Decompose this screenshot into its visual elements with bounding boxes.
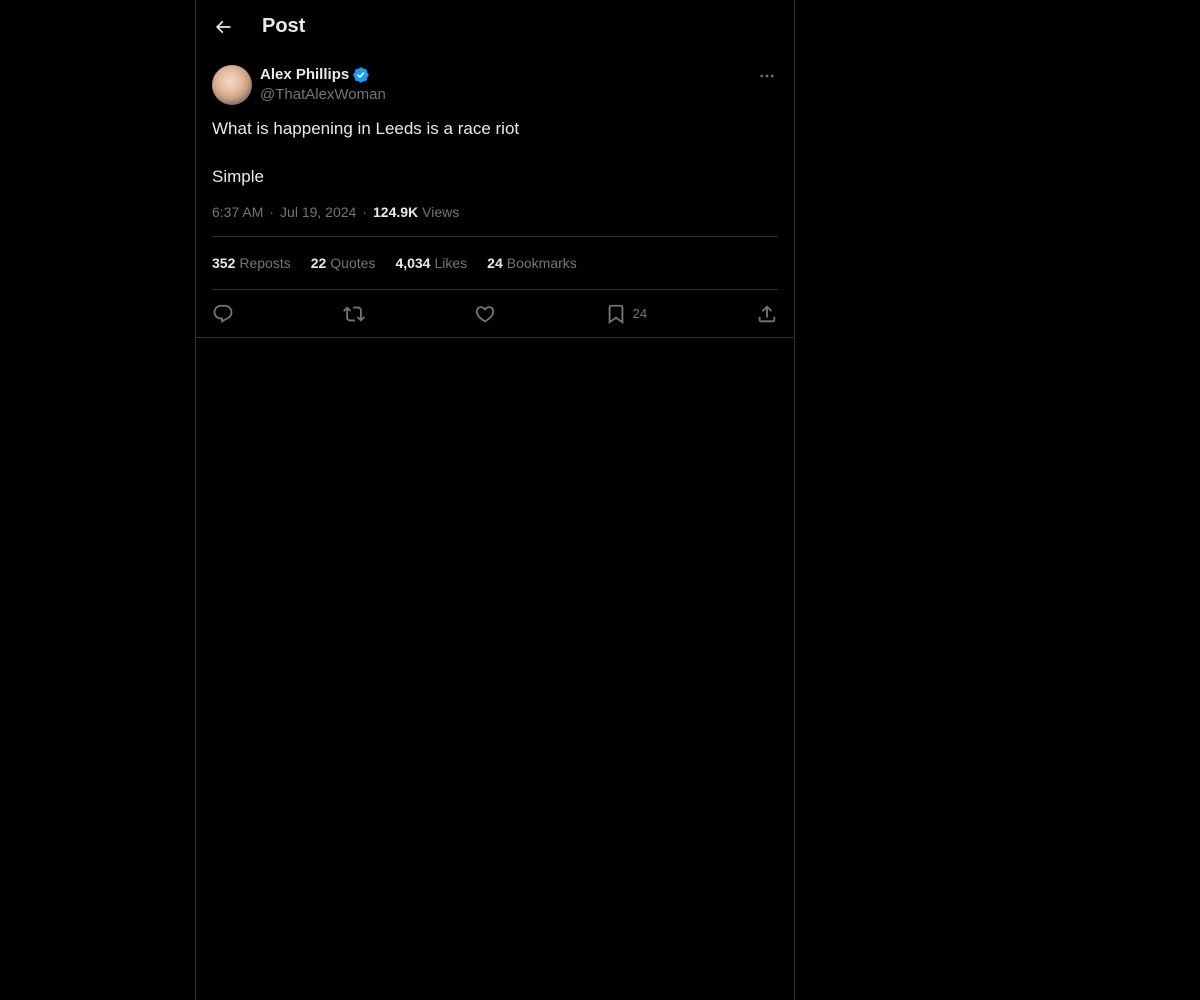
stat-quotes[interactable]: 22 Quotes xyxy=(311,255,376,271)
share-icon xyxy=(756,303,778,325)
heart-icon xyxy=(474,303,496,325)
bookmark-button[interactable]: 24 xyxy=(605,303,647,325)
reply-button[interactable] xyxy=(212,303,234,325)
author-display-name[interactable]: Alex Phillips xyxy=(260,65,349,85)
stat-likes[interactable]: 4,034 Likes xyxy=(395,255,467,271)
reposts-count: 352 xyxy=(212,255,236,271)
post-time[interactable]: 6:37 AM xyxy=(212,204,263,220)
arrow-left-icon xyxy=(213,17,233,37)
like-button[interactable] xyxy=(474,303,496,325)
quotes-label: Quotes xyxy=(330,255,376,271)
views-label: Views xyxy=(422,204,460,220)
likes-count: 4,034 xyxy=(395,255,431,271)
author-info: Alex Phillips @ThatAlexWoman xyxy=(260,65,386,105)
reply-icon xyxy=(212,303,234,325)
name-line: Alex Phillips xyxy=(260,65,386,85)
bookmark-icon xyxy=(605,303,627,325)
top-bar: Post xyxy=(196,0,794,53)
repost-button[interactable] xyxy=(342,303,365,325)
bookmarks-count: 24 xyxy=(487,255,503,271)
post-date[interactable]: Jul 19, 2024 xyxy=(280,204,356,220)
post-meta: 6:37 AM · Jul 19, 2024 · 124.9K Views xyxy=(212,204,778,237)
action-bar: 24 xyxy=(212,290,778,337)
quotes-count: 22 xyxy=(310,255,327,271)
more-options-button[interactable] xyxy=(756,65,778,87)
bookmark-count: 24 xyxy=(632,306,648,321)
meta-separator: · xyxy=(269,204,275,220)
page-title: Post xyxy=(262,15,306,37)
author-handle[interactable]: @ThatAlexWoman xyxy=(260,85,386,105)
reposts-label: Reposts xyxy=(239,255,291,271)
author-row: Alex Phillips @ThatAlexWoman xyxy=(212,65,778,105)
post-detail: Alex Phillips @ThatAlexWoman What is hap… xyxy=(196,53,794,338)
back-button[interactable] xyxy=(206,10,240,44)
more-horizontal-icon xyxy=(758,67,776,85)
stat-reposts[interactable]: 352 Reposts xyxy=(212,255,291,271)
stat-bookmarks[interactable]: 24 Bookmarks xyxy=(487,255,577,271)
likes-label: Likes xyxy=(434,255,468,271)
repost-icon xyxy=(342,303,365,325)
meta-separator: · xyxy=(362,204,368,220)
post-column: Post Alex Phillips @ThatAlexWoman What i… xyxy=(195,0,795,1000)
post-text: What is happening in Leeds is a race rio… xyxy=(212,119,520,186)
engagement-stats: 352 Reposts 22 Quotes 4,034 Likes 24 Bookmar… xyxy=(212,237,778,290)
views-count: 124.9K xyxy=(373,204,419,220)
share-button[interactable] xyxy=(756,303,778,325)
bookmarks-label: Bookmarks xyxy=(506,255,577,271)
verified-badge-icon xyxy=(352,66,370,84)
avatar[interactable] xyxy=(212,65,252,105)
